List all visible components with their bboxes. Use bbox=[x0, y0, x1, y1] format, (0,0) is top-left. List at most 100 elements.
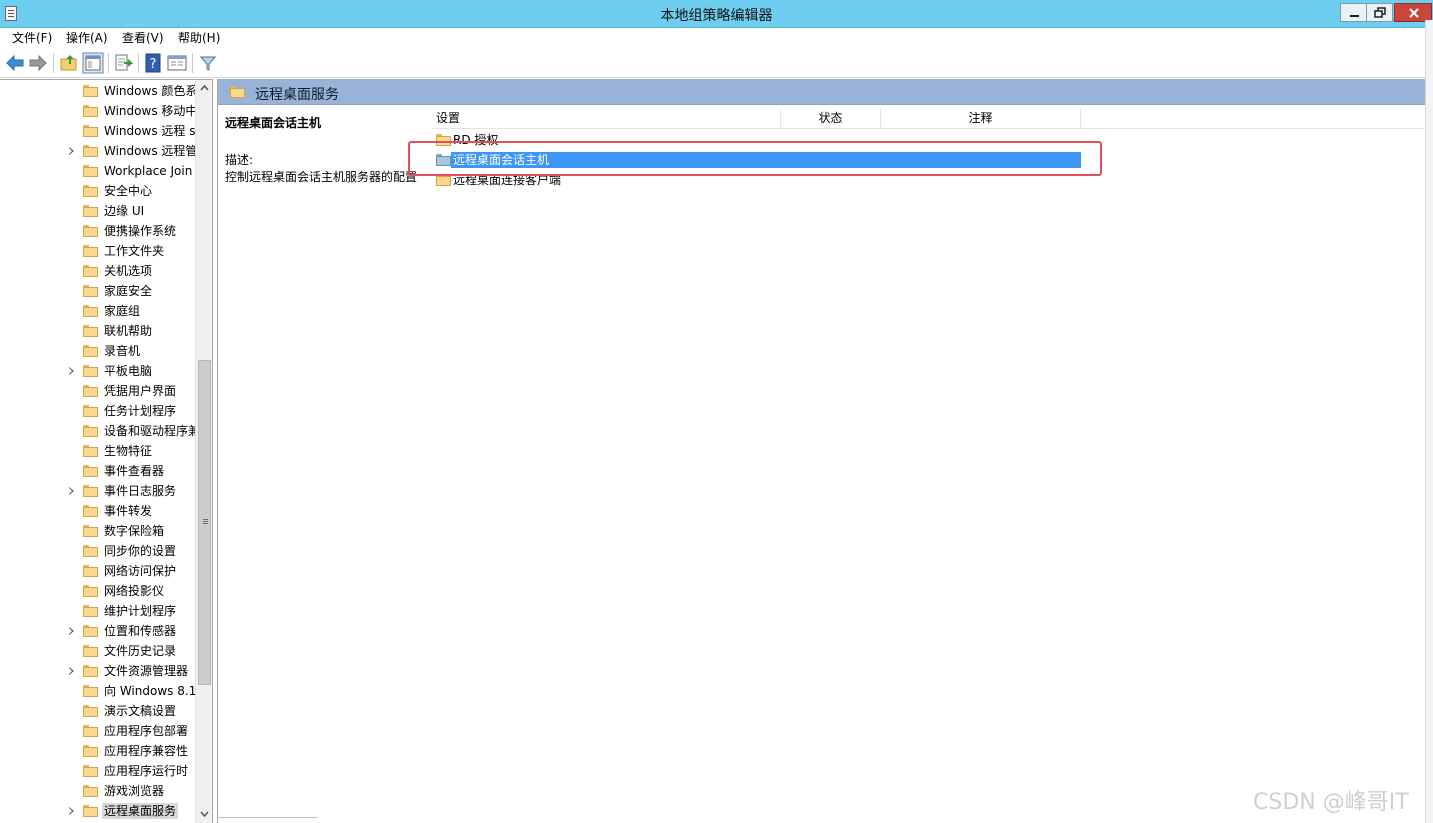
minimize-button[interactable] bbox=[1340, 3, 1367, 22]
tree-item[interactable]: 位置和传感器 bbox=[0, 621, 195, 641]
show-hide-tree-button[interactable] bbox=[82, 52, 104, 74]
tree-item[interactable]: 文件资源管理器 bbox=[0, 661, 195, 681]
chevron-up-icon bbox=[200, 84, 209, 91]
tree-item[interactable]: 远程桌面服务 bbox=[0, 801, 195, 821]
tree-item[interactable]: Windows 远程管 bbox=[0, 141, 195, 161]
tree-item[interactable]: Windows 移动中 bbox=[0, 101, 195, 121]
folder-icon bbox=[83, 605, 98, 617]
folder-icon bbox=[83, 265, 98, 277]
folder-icon bbox=[83, 145, 98, 157]
expand-arrow-icon[interactable] bbox=[69, 627, 74, 635]
folder-icon bbox=[83, 765, 98, 777]
expand-arrow-icon[interactable] bbox=[69, 667, 74, 675]
tree-item[interactable]: 凭据用户界面 bbox=[0, 381, 195, 401]
highlight-annotation-box bbox=[408, 141, 1102, 176]
folder-icon bbox=[83, 785, 98, 797]
tree-item[interactable]: 设备和驱动程序兼 bbox=[0, 421, 195, 441]
back-arrow-icon bbox=[6, 54, 24, 72]
tree-item[interactable]: 同步你的设置 bbox=[0, 541, 195, 561]
menu-file[interactable]: 文件(F) bbox=[12, 30, 52, 47]
tree-item-label: 应用程序运行时 bbox=[104, 764, 189, 778]
tree-item[interactable]: 关机选项 bbox=[0, 261, 195, 281]
folder-icon bbox=[83, 505, 98, 517]
menu-view[interactable]: 查看(V) bbox=[122, 30, 164, 47]
column-header-setting[interactable]: 设置 bbox=[431, 108, 781, 129]
tree-item[interactable]: 网络访问保护 bbox=[0, 561, 195, 581]
tree-item[interactable]: 生物特征 bbox=[0, 441, 195, 461]
tree-item-label: 边缘 UI bbox=[104, 204, 145, 218]
tree-item[interactable]: 应用程序运行时 bbox=[0, 761, 195, 781]
tree-item[interactable]: 录音机 bbox=[0, 341, 195, 361]
folder-icon bbox=[83, 445, 98, 457]
expand-arrow-icon[interactable] bbox=[69, 147, 74, 155]
column-header-status[interactable]: 状态 bbox=[781, 108, 881, 129]
scroll-up-button[interactable] bbox=[196, 80, 212, 97]
window-title: 本地组策略编辑器 bbox=[660, 8, 773, 24]
tree-item-label: 应用程序包部署 bbox=[104, 724, 189, 738]
menu-action[interactable]: 操作(A) bbox=[66, 30, 108, 47]
tree-item[interactable]: 便携操作系统 bbox=[0, 221, 195, 241]
tree-item[interactable]: 事件转发 bbox=[0, 501, 195, 521]
tree-item[interactable]: 工作文件夹 bbox=[0, 241, 195, 261]
tree-item-label: Windows 远程管 bbox=[104, 144, 195, 158]
scroll-down-button[interactable] bbox=[196, 805, 212, 822]
tree-item[interactable]: 联机帮助 bbox=[0, 321, 195, 341]
export-list-icon bbox=[115, 54, 134, 71]
tree-item[interactable]: 平板电脑 bbox=[0, 361, 195, 381]
tree-item-label: 家庭组 bbox=[104, 304, 141, 318]
tree-item[interactable]: 游戏浏览器 bbox=[0, 781, 195, 801]
tree-item[interactable]: 任务计划程序 bbox=[0, 401, 195, 421]
tree-scrollbar[interactable] bbox=[195, 80, 212, 823]
menu-help[interactable]: 帮助(H) bbox=[178, 30, 220, 47]
scroll-thumb[interactable] bbox=[198, 360, 211, 685]
folder-icon bbox=[83, 665, 98, 677]
tree-item[interactable]: 事件查看器 bbox=[0, 461, 195, 481]
tree-item[interactable]: Windows 远程 s bbox=[0, 121, 195, 141]
tree-item[interactable]: Workplace Join bbox=[0, 161, 195, 181]
details-header: 远程桌面服务 bbox=[218, 79, 1426, 105]
tree-item[interactable]: 边缘 UI bbox=[0, 201, 195, 221]
tree-item-label: 联机帮助 bbox=[104, 324, 153, 338]
tree-item[interactable]: 事件日志服务 bbox=[0, 481, 195, 501]
tree-item-label: 同步你的设置 bbox=[104, 544, 177, 558]
back-button[interactable] bbox=[4, 52, 26, 74]
tree-item-label: 演示文稿设置 bbox=[104, 704, 177, 718]
tree-item[interactable]: 数字保险箱 bbox=[0, 521, 195, 541]
tree-item-label: 生物特征 bbox=[104, 444, 153, 458]
folder-icon bbox=[83, 125, 98, 137]
menu-bar: 文件(F) 操作(A) 查看(V) 帮助(H) bbox=[0, 28, 1433, 49]
tree-item[interactable]: 应用程序包部署 bbox=[0, 721, 195, 741]
folder-icon bbox=[83, 545, 98, 557]
up-one-level-button[interactable] bbox=[58, 52, 80, 74]
description-label: 描述: bbox=[225, 153, 254, 167]
tree-item[interactable]: 演示文稿设置 bbox=[0, 701, 195, 721]
tree-item[interactable]: 网络投影仪 bbox=[0, 581, 195, 601]
filter-button[interactable] bbox=[197, 52, 219, 74]
properties-button[interactable] bbox=[166, 52, 188, 74]
restore-button[interactable] bbox=[1366, 3, 1393, 22]
tree-item-label: 录音机 bbox=[104, 344, 141, 358]
export-list-button[interactable] bbox=[112, 52, 134, 74]
folder-icon bbox=[83, 85, 98, 97]
forward-button[interactable] bbox=[27, 52, 49, 74]
description-text: 控制远程桌面会话主机服务器的配置 bbox=[225, 170, 418, 184]
tree-item[interactable]: Windows 颜色系 bbox=[0, 81, 195, 101]
help-button[interactable]: ? bbox=[143, 52, 165, 74]
expand-arrow-icon[interactable] bbox=[69, 367, 74, 375]
tree-item[interactable]: 维护计划程序 bbox=[0, 601, 195, 621]
tree-item[interactable]: 家庭安全 bbox=[0, 281, 195, 301]
help-icon: ? bbox=[145, 53, 161, 73]
description-title: 远程桌面会话主机 bbox=[225, 116, 322, 130]
tree-item[interactable]: 文件历史记录 bbox=[0, 641, 195, 661]
column-header-note[interactable]: 注释 bbox=[881, 108, 1081, 129]
watermark: CSDN @峰哥IT bbox=[1253, 790, 1409, 815]
expand-arrow-icon[interactable] bbox=[69, 807, 74, 815]
tree-item[interactable]: 向 Windows 8.1 bbox=[0, 681, 195, 701]
tree-item[interactable]: 安全中心 bbox=[0, 181, 195, 201]
expand-arrow-icon[interactable] bbox=[69, 487, 74, 495]
tree-item-label: 文件历史记录 bbox=[104, 644, 177, 658]
tree-item-label: 安全中心 bbox=[104, 184, 153, 198]
tree-item[interactable]: 家庭组 bbox=[0, 301, 195, 321]
folder-icon bbox=[83, 345, 98, 357]
tree-item[interactable]: 应用程序兼容性 bbox=[0, 741, 195, 761]
